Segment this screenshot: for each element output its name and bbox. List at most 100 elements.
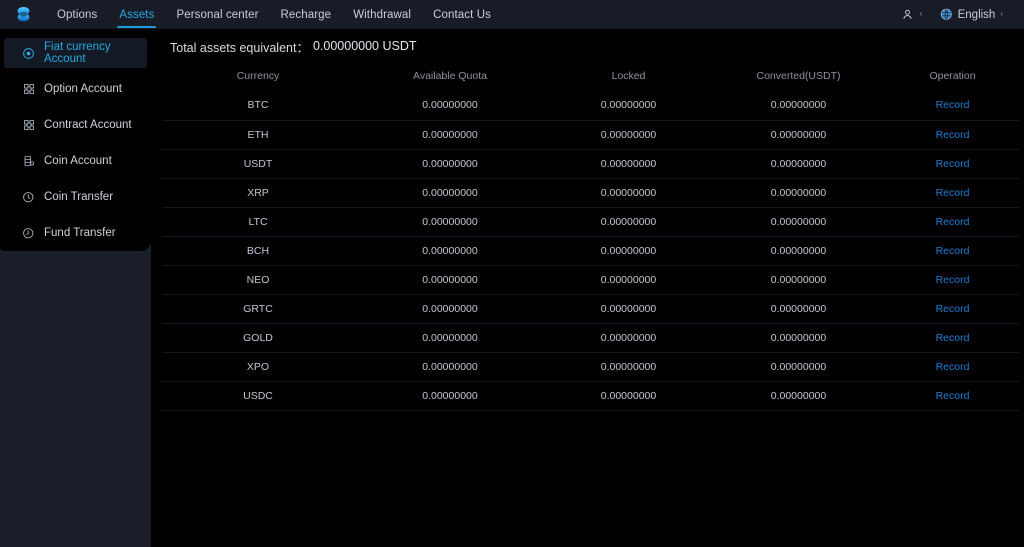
sidebar-item-coin-transfer[interactable]: Coin Transfer <box>4 182 147 212</box>
record-link[interactable]: Record <box>936 216 970 228</box>
record-link[interactable]: Record <box>936 187 970 199</box>
assets-table: Currency Available Quota Locked Converte… <box>162 63 1019 411</box>
cell-converted: 0.00000000 <box>711 120 886 150</box>
table-row: BTC 0.00000000 0.00000000 0.00000000 Record <box>162 91 1019 121</box>
sidebar-item-fund-transfer[interactable]: Fund Transfer <box>4 218 147 248</box>
nav-label: Assets <box>119 8 155 21</box>
cell-converted: 0.00000000 <box>711 381 886 411</box>
cell-currency: GRTC <box>162 294 354 324</box>
cell-available: 0.00000000 <box>354 381 546 411</box>
total-assets-label: Total assets equivalent： <box>170 40 309 55</box>
nav-item-withdrawal[interactable]: Withdrawal <box>342 0 422 29</box>
record-link[interactable]: Record <box>936 361 970 373</box>
cell-available: 0.00000000 <box>354 323 546 353</box>
cell-currency: ETH <box>162 120 354 150</box>
cell-available: 0.00000000 <box>354 207 546 237</box>
contract-grid-icon <box>22 119 35 132</box>
sidebar-item-label: Coin Transfer <box>44 191 114 203</box>
option-grid-icon <box>22 83 35 96</box>
cell-currency: XPO <box>162 352 354 382</box>
cell-converted: 0.00000000 <box>711 149 886 179</box>
sidebar-item-label: Fiat currency Account <box>44 41 111 65</box>
record-link[interactable]: Record <box>936 99 970 111</box>
cell-currency: XRP <box>162 178 354 208</box>
chevron-down-icon: ‹ <box>919 8 923 18</box>
table-row: XRP 0.00000000 0.00000000 0.00000000 Record <box>162 178 1019 208</box>
cell-converted: 0.00000000 <box>711 294 886 324</box>
nav-item-recharge[interactable]: Recharge <box>270 0 343 29</box>
record-link[interactable]: Record <box>936 245 970 257</box>
chevron-down-icon: ‹ <box>1000 8 1003 18</box>
total-assets-value: 0.00000000 USDT <box>312 39 417 53</box>
cell-converted: 0.00000000 <box>711 178 886 208</box>
cell-currency: USDC <box>162 381 354 411</box>
sidebar-item-label: Option Account <box>44 83 122 95</box>
account-menu-button[interactable]: ‹ <box>894 0 929 29</box>
cell-available: 0.00000000 <box>354 149 546 179</box>
top-nav-items: Options Assets Personal center Recharge … <box>46 0 502 29</box>
table-row: BCH 0.00000000 0.00000000 0.00000000 Record <box>162 236 1019 266</box>
sidebar: Fiat currency Account Option Account Con… <box>0 29 151 251</box>
sidebar-item-coin-account[interactable]: Coin Account <box>4 146 147 176</box>
cell-currency: BTC <box>162 91 354 121</box>
cell-locked: 0.00000000 <box>546 236 711 266</box>
sidebar-item-contract-account[interactable]: Contract Account <box>4 110 147 140</box>
table-row: ETH 0.00000000 0.00000000 0.00000000 Record <box>162 120 1019 150</box>
record-link[interactable]: Record <box>936 158 970 170</box>
cell-operation: Record <box>886 236 1019 266</box>
column-header-currency: Currency <box>236 70 280 82</box>
cell-currency: NEO <box>162 265 354 295</box>
cell-converted: 0.00000000 <box>711 91 886 121</box>
nav-label: Withdrawal <box>353 8 412 21</box>
fund-circle-icon <box>22 227 35 240</box>
cell-converted: 0.00000000 <box>711 323 886 353</box>
brand-logo[interactable] <box>0 0 46 29</box>
record-link[interactable]: Record <box>936 129 970 141</box>
nav-item-contact-us[interactable]: Contact Us <box>422 0 502 29</box>
cell-currency: USDT <box>162 149 354 179</box>
table-row: GRTC 0.00000000 0.00000000 0.00000000 Record <box>162 294 1019 324</box>
cell-currency: BCH <box>162 236 354 266</box>
cell-converted: 0.00000000 <box>711 207 886 237</box>
cell-locked: 0.00000000 <box>546 381 711 411</box>
cell-locked: 0.00000000 <box>546 265 711 295</box>
sidebar-item-option-account[interactable]: Option Account <box>4 74 147 104</box>
target-circle-icon <box>22 47 35 60</box>
sidebar-item-label: Contract Account <box>44 119 132 131</box>
nav-label: Recharge <box>280 8 332 21</box>
record-link[interactable]: Record <box>936 390 970 402</box>
transfer-circle-icon <box>22 191 35 204</box>
record-link[interactable]: Record <box>936 303 970 315</box>
nav-label: Contact Us <box>433 8 491 21</box>
table-row: GOLD 0.00000000 0.00000000 0.00000000 Record <box>162 323 1019 353</box>
cell-available: 0.00000000 <box>354 91 546 121</box>
cell-available: 0.00000000 <box>354 178 546 208</box>
cell-operation: Record <box>886 120 1019 150</box>
app-root: Options Assets Personal center Recharge … <box>0 0 1024 547</box>
cell-locked: 0.00000000 <box>546 207 711 237</box>
cell-locked: 0.00000000 <box>546 149 711 179</box>
assets-table-body: BTC 0.00000000 0.00000000 0.00000000 Record E… <box>162 91 1019 411</box>
sidebar-item-fiat-currency-account[interactable]: Fiat currency Account <box>4 38 147 68</box>
stacked-layers-logo-icon <box>17 6 29 22</box>
user-icon <box>903 9 912 19</box>
cell-available: 0.00000000 <box>354 352 546 382</box>
cell-converted: 0.00000000 <box>711 265 886 295</box>
table-row: USDC 0.00000000 0.00000000 0.00000000 Record <box>162 381 1019 411</box>
top-nav-right-group: ‹ English ‹ <box>894 0 1024 29</box>
language-menu-button[interactable]: English ‹ <box>933 0 1010 29</box>
nav-item-assets[interactable]: Assets <box>108 0 165 29</box>
record-link[interactable]: Record <box>936 332 970 344</box>
nav-item-personal-center[interactable]: Personal center <box>165 0 269 29</box>
sidebar-item-label: Fund Transfer <box>44 227 116 239</box>
table-row: NEO 0.00000000 0.00000000 0.00000000 Record <box>162 265 1019 295</box>
main-content: Total assets equivalent： 0.00000000 USDT… <box>151 29 1024 547</box>
record-link[interactable]: Record <box>936 274 970 286</box>
cell-converted: 0.00000000 <box>711 236 886 266</box>
database-icon <box>22 155 35 168</box>
nav-item-options[interactable]: Options <box>46 0 108 29</box>
cell-locked: 0.00000000 <box>546 120 711 150</box>
cell-locked: 0.00000000 <box>546 91 711 121</box>
column-header-operation: Operation <box>929 70 976 82</box>
column-header-converted-usdt: Converted(USDT) <box>756 70 841 82</box>
